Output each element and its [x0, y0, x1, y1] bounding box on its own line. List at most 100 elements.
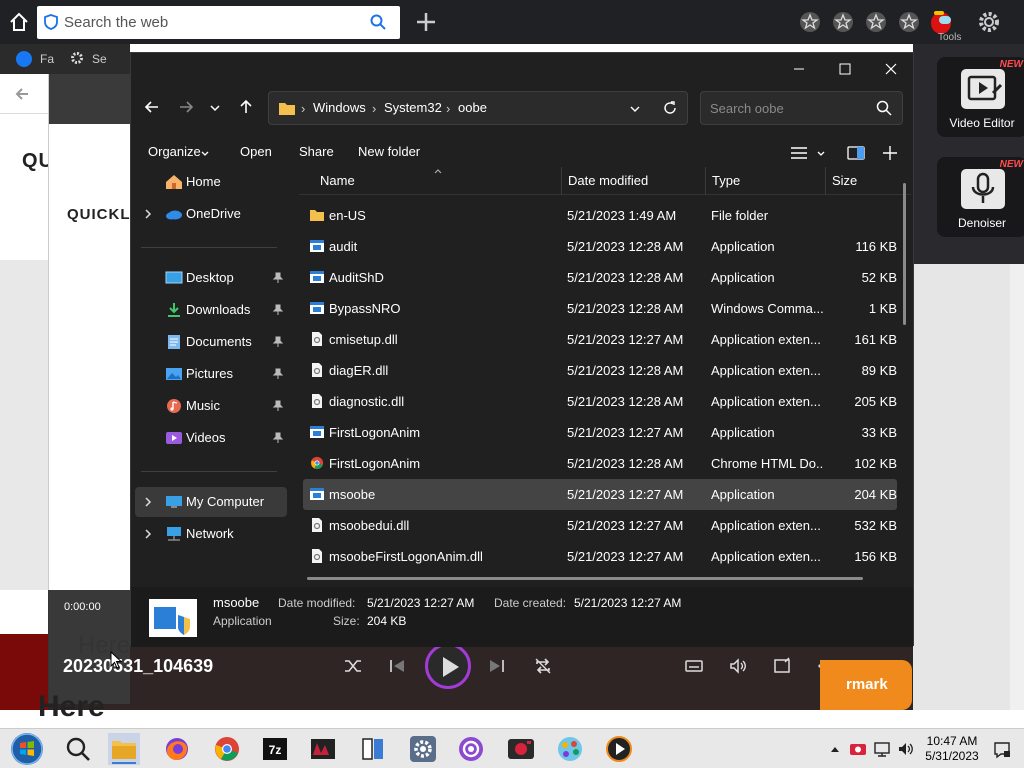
start-button[interactable]: [9, 731, 45, 767]
paint3d-icon[interactable]: [554, 733, 586, 765]
screen-recorder-icon[interactable]: [455, 733, 487, 765]
camera-icon[interactable]: [505, 733, 537, 765]
miniplayer-icon[interactable]: [772, 656, 792, 676]
search-icon[interactable]: [876, 100, 892, 116]
volume-icon[interactable]: [728, 656, 748, 676]
column-header-size[interactable]: Size: [832, 173, 857, 188]
address-bar[interactable]: › Windows › System32 › oobe: [268, 91, 688, 125]
up-arrow-icon[interactable]: [238, 99, 254, 115]
video-editor-button[interactable]: NEW Video Editor: [937, 57, 1024, 137]
nav-item-home[interactable]: Home: [135, 167, 287, 197]
file-row[interactable]: msoobe 5/21/2023 12:27 AM Application 204 K…: [303, 479, 897, 510]
column-header-type[interactable]: Type: [712, 173, 740, 188]
file-row[interactable]: cmisetup.dll 5/21/2023 12:27 AM Applicatio…: [303, 324, 897, 355]
volume-tray-icon[interactable]: [897, 740, 915, 758]
bandicam-icon[interactable]: [307, 733, 339, 765]
webpage-scrollbar[interactable]: [1010, 264, 1024, 710]
notification-icon[interactable]: [993, 741, 1011, 759]
pin-icon[interactable]: [272, 368, 284, 380]
vertical-scrollbar[interactable]: [903, 183, 906, 325]
chevron-right-icon[interactable]: [143, 496, 153, 508]
chevron-right-icon[interactable]: [143, 528, 153, 540]
firefox-icon[interactable]: [161, 733, 193, 765]
organize-button[interactable]: Organize: [148, 144, 201, 159]
star-icon[interactable]: [898, 11, 920, 33]
nav-item-pictures[interactable]: Pictures: [135, 359, 287, 389]
pin-icon[interactable]: [272, 432, 284, 444]
back-arrow-icon[interactable]: [144, 99, 160, 115]
home-icon[interactable]: [8, 11, 30, 33]
view-list-icon[interactable]: [790, 146, 808, 160]
pin-icon[interactable]: [272, 336, 284, 348]
star-icon[interactable]: [865, 11, 887, 33]
tab-label[interactable]: Se: [92, 52, 107, 66]
system-clock[interactable]: 10:47 AM 5/31/2023: [925, 734, 979, 764]
file-row[interactable]: en-US 5/21/2023 1:49 AM File folder: [303, 200, 897, 231]
pin-icon[interactable]: [272, 400, 284, 412]
file-row[interactable]: FirstLogonAnim 5/21/2023 12:28 AM Chrome H…: [303, 448, 897, 479]
shuffle-icon[interactable]: [343, 656, 363, 676]
nav-item-documents[interactable]: Documents: [135, 327, 287, 357]
chevron-up-icon[interactable]: [829, 744, 841, 754]
column-divider[interactable]: [705, 167, 706, 195]
breadcrumb-item[interactable]: System32: [384, 100, 442, 115]
nav-item-onedrive[interactable]: OneDrive: [135, 199, 287, 229]
back-arrow-icon[interactable]: [14, 86, 30, 102]
media-player-icon[interactable]: [603, 733, 635, 765]
star-icon[interactable]: [799, 11, 821, 33]
play-button[interactable]: [425, 643, 471, 689]
app-icon[interactable]: [357, 733, 389, 765]
remove-watermark-button[interactable]: rmark: [820, 660, 912, 710]
chevron-down-icon[interactable]: [629, 103, 641, 115]
maximize-button[interactable]: [822, 53, 868, 85]
column-divider[interactable]: [561, 167, 562, 195]
chevron-down-icon[interactable]: [200, 149, 210, 159]
new-folder-button[interactable]: New folder: [358, 144, 420, 159]
file-explorer-taskbar-icon[interactable]: [108, 733, 140, 765]
share-button[interactable]: Share: [299, 144, 334, 159]
search-icon[interactable]: [62, 733, 94, 765]
previous-icon[interactable]: [387, 656, 407, 676]
7zip-icon[interactable]: 7z: [259, 733, 291, 765]
open-button[interactable]: Open: [240, 144, 272, 159]
file-row[interactable]: diagnostic.dll 5/21/2023 12:28 AM Applicat…: [303, 386, 897, 417]
search-input[interactable]: Search oobe: [700, 91, 903, 125]
breadcrumb-item[interactable]: oobe: [458, 100, 487, 115]
recent-locations-chevron-icon[interactable]: [209, 102, 221, 114]
file-row[interactable]: FirstLogonAnim 5/21/2023 12:27 AM Applicat…: [303, 417, 897, 448]
nav-item-music[interactable]: Music: [135, 391, 287, 421]
chrome-icon[interactable]: [211, 733, 243, 765]
column-header-name[interactable]: Name: [320, 173, 355, 188]
file-row[interactable]: msoobeFirstLogonAnim.dll 5/21/2023 12:27 …: [303, 541, 897, 572]
file-row[interactable]: AuditShD 5/21/2023 12:28 AM Application 52 …: [303, 262, 897, 293]
nav-item-downloads[interactable]: Downloads: [135, 295, 287, 325]
repeat-icon[interactable]: [533, 656, 553, 676]
forward-arrow-icon[interactable]: [178, 99, 194, 115]
tab-label[interactable]: Fa: [40, 52, 54, 66]
preview-pane-icon[interactable]: [847, 146, 865, 160]
nav-item-network[interactable]: Network: [135, 519, 287, 549]
network-tray-icon[interactable]: [874, 740, 892, 758]
search-icon[interactable]: [370, 14, 386, 30]
column-header-date[interactable]: Date modified: [568, 173, 648, 188]
close-button[interactable]: [868, 53, 914, 85]
chevron-down-icon[interactable]: [816, 149, 826, 159]
refresh-icon[interactable]: [662, 100, 678, 116]
file-row[interactable]: BypassNRO 5/21/2023 12:28 AM Windows Comma…: [303, 293, 897, 324]
web-search-box[interactable]: Search the web: [37, 6, 400, 39]
add-icon[interactable]: [882, 145, 898, 161]
file-row[interactable]: audit 5/21/2023 12:28 AM Application 116 KB: [303, 231, 897, 262]
nav-item-videos[interactable]: Videos: [135, 423, 287, 453]
breadcrumb-item[interactable]: Windows: [313, 100, 366, 115]
file-row[interactable]: diagER.dll 5/21/2023 12:28 AM Application …: [303, 355, 897, 386]
minimize-button[interactable]: [776, 53, 822, 85]
next-icon[interactable]: [487, 656, 507, 676]
settings-gear-icon[interactable]: [407, 733, 439, 765]
nav-item-my-computer[interactable]: My Computer: [135, 487, 287, 517]
star-icon[interactable]: [832, 11, 854, 33]
gear-icon[interactable]: [977, 10, 1001, 34]
pin-icon[interactable]: [272, 272, 284, 284]
pin-icon[interactable]: [272, 304, 284, 316]
captions-icon[interactable]: [684, 656, 704, 676]
horizontal-scrollbar[interactable]: [307, 577, 863, 580]
